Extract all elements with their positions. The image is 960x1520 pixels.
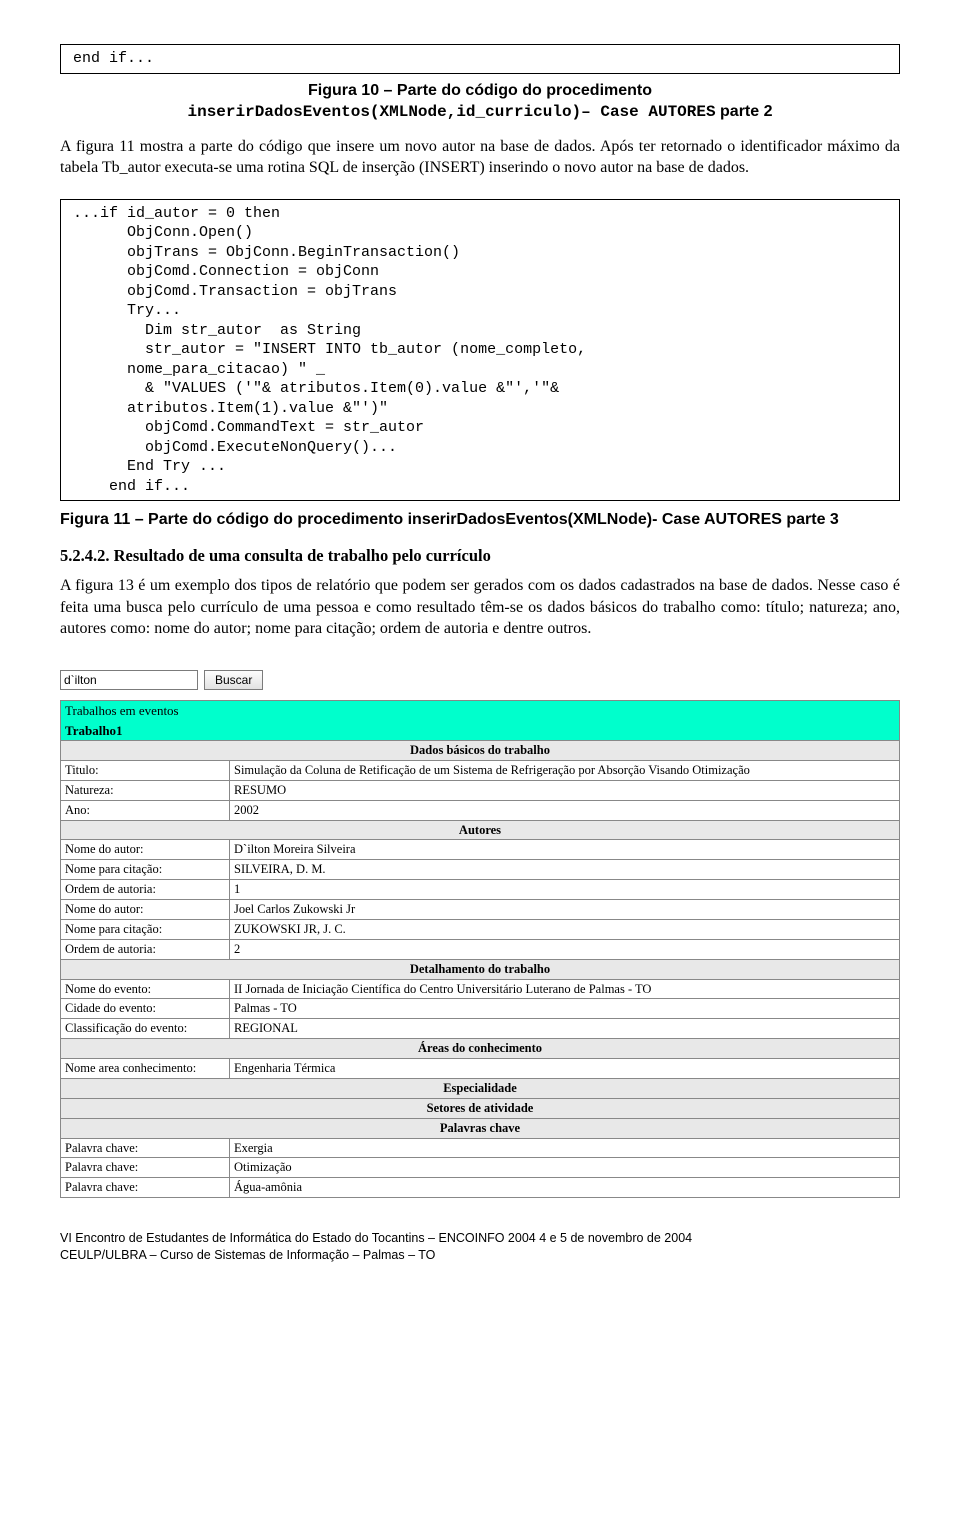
cell-value: II Jornada de Iniciação Científica do Ce… <box>230 979 900 999</box>
cell-value: Água-amônia <box>230 1178 900 1198</box>
table-dados-basicos: Dados básicos do trabalho Titulo:Simulaç… <box>60 740 900 1198</box>
cell-label: Nome do autor: <box>61 840 230 860</box>
cell-label: Ano: <box>61 800 230 820</box>
cell-value: 1 <box>230 880 900 900</box>
table-row: Nome do autor:Joel Carlos Zukowski Jr <box>61 900 900 920</box>
cell-value: Simulação da Coluna de Retificação de um… <box>230 760 900 780</box>
table-row: Nome do autor:D`ilton Moreira Silveira <box>61 840 900 860</box>
cell-value: ZUKOWSKI JR, J. C. <box>230 919 900 939</box>
cell-value: Joel Carlos Zukowski Jr <box>230 900 900 920</box>
code-box-top: end if... <box>60 44 900 74</box>
search-row: Buscar <box>60 670 900 690</box>
cell-label: Palavra chave: <box>61 1138 230 1158</box>
page-footer: VI Encontro de Estudantes de Informática… <box>60 1230 900 1264</box>
cell-value: D`ilton Moreira Silveira <box>230 840 900 860</box>
cell-value: 2 <box>230 939 900 959</box>
table-row: Ordem de autoria:1 <box>61 880 900 900</box>
cell-value: RESUMO <box>230 780 900 800</box>
cell-value: Exergia <box>230 1138 900 1158</box>
cell-label: Cidade do evento: <box>61 999 230 1019</box>
cell-label: Nome do autor: <box>61 900 230 920</box>
table-row: Palavra chave:Otimização <box>61 1158 900 1178</box>
band-trabalhos-eventos: Trabalhos em eventos <box>60 700 900 721</box>
cell-value: Engenharia Térmica <box>230 1059 900 1079</box>
table-row: Ano:2002 <box>61 800 900 820</box>
hdr-detalhamento: Detalhamento do trabalho <box>61 959 900 979</box>
band-trabalho1: Trabalho1 <box>60 721 900 741</box>
figure10-tail: parte 2 <box>716 103 773 120</box>
search-input[interactable] <box>60 670 198 690</box>
table-row: Palavra chave:Exergia <box>61 1138 900 1158</box>
report: Trabalhos em eventos Trabalho1 Dados bás… <box>60 700 900 1198</box>
cell-value: REGIONAL <box>230 1019 900 1039</box>
footer-line1: VI Encontro de Estudantes de Informática… <box>60 1231 692 1245</box>
figure10-caption: Figura 10 – Parte do código do procedime… <box>60 80 900 124</box>
cell-label: Nome area conhecimento: <box>61 1059 230 1079</box>
cell-value: Otimização <box>230 1158 900 1178</box>
table-row: Titulo:Simulação da Coluna de Retificaçã… <box>61 760 900 780</box>
hdr-autores: Autores <box>61 820 900 840</box>
hdr-especialidade: Especialidade <box>61 1078 900 1098</box>
search-button[interactable]: Buscar <box>204 670 263 690</box>
hdr-setores: Setores de atividade <box>61 1098 900 1118</box>
cell-label: Titulo: <box>61 760 230 780</box>
cell-label: Natureza: <box>61 780 230 800</box>
cell-label: Palavra chave: <box>61 1178 230 1198</box>
hdr-palavras: Palavras chave <box>61 1118 900 1138</box>
table-row: Nome do evento:II Jornada de Iniciação C… <box>61 979 900 999</box>
figure10-line1: Figura 10 – Parte do código do procedime… <box>308 82 652 99</box>
paragraph-1: A figura 11 mostra a parte do código que… <box>60 136 900 179</box>
table-row: Cidade do evento:Palmas - TO <box>61 999 900 1019</box>
table-row: Nome area conhecimento:Engenharia Térmic… <box>61 1059 900 1079</box>
cell-label: Nome para citação: <box>61 919 230 939</box>
code-box-main: ...if id_autor = 0 then ObjConn.Open() o… <box>60 199 900 502</box>
figure11-caption: Figura 11 – Parte do código do procedime… <box>60 509 900 531</box>
cell-label: Nome para citação: <box>61 860 230 880</box>
cell-label: Ordem de autoria: <box>61 939 230 959</box>
cell-label: Palavra chave: <box>61 1158 230 1178</box>
table-row: Palavra chave:Água-amônia <box>61 1178 900 1198</box>
table-row: Natureza:RESUMO <box>61 780 900 800</box>
hdr-areas: Áreas do conhecimento <box>61 1039 900 1059</box>
table-row: Nome para citação:ZUKOWSKI JR, J. C. <box>61 919 900 939</box>
cell-label: Ordem de autoria: <box>61 880 230 900</box>
cell-label: Classificação do evento: <box>61 1019 230 1039</box>
cell-value: 2002 <box>230 800 900 820</box>
hdr-dados-basicos: Dados básicos do trabalho <box>61 741 900 761</box>
cell-value: SILVEIRA, D. M. <box>230 860 900 880</box>
table-row: Nome para citação:SILVEIRA, D. M. <box>61 860 900 880</box>
footer-line2: CEULP/ULBRA – Curso de Sistemas de Infor… <box>60 1248 435 1262</box>
table-row: Classificação do evento:REGIONAL <box>61 1019 900 1039</box>
cell-value: Palmas - TO <box>230 999 900 1019</box>
figure10-mono: inserirDadosEventos(XMLNode,id_curriculo… <box>187 103 715 121</box>
cell-label: Nome do evento: <box>61 979 230 999</box>
paragraph-2: A figura 13 é um exemplo dos tipos de re… <box>60 575 900 640</box>
table-row: Ordem de autoria:2 <box>61 939 900 959</box>
section-heading: 5.2.4.2. Resultado de uma consulta de tr… <box>60 545 900 567</box>
